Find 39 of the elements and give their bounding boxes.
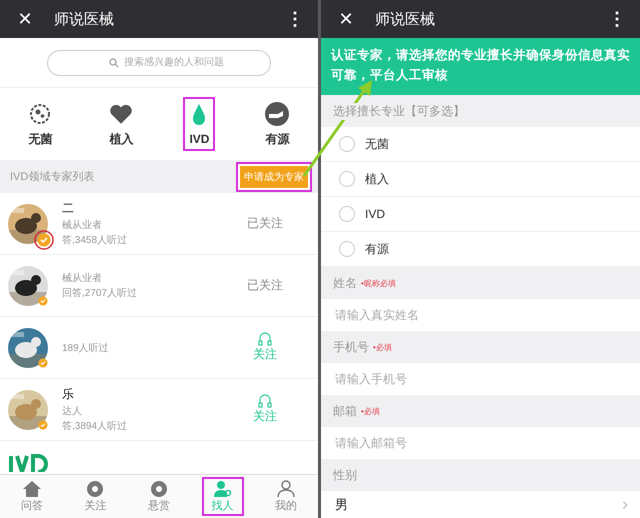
category-tab[interactable]: 植入: [102, 96, 140, 152]
circle-icon: [150, 480, 168, 498]
close-button[interactable]: ✕: [331, 8, 361, 30]
expert-name: 二: [62, 200, 75, 217]
field-label: 姓名: [333, 274, 357, 292]
expert-title: 械从业者: [62, 272, 103, 285]
notice-banner: 认证专家，请选择您的专业擅长并确保身份信息真实可靠，平台人工审核: [321, 38, 640, 95]
follow-button[interactable]: 已关注: [220, 214, 310, 233]
more-button[interactable]: ⋮: [282, 8, 308, 30]
expert-stats: 回答,2707人听过: [62, 286, 138, 300]
search-field[interactable]: 搜索感兴趣的人和问题: [47, 50, 271, 76]
headset-icon: [258, 332, 272, 346]
circle-icon: [86, 480, 104, 498]
home-icon: [22, 480, 42, 498]
user-icon: [277, 480, 296, 498]
category-tab[interactable]: 无菌: [21, 96, 60, 152]
category-tab[interactable]: IVD: [183, 97, 216, 151]
required-note: •必填: [361, 406, 380, 416]
expert-name: 乐: [62, 386, 75, 403]
list-title: IVD领域专家列表: [10, 170, 94, 184]
category-tab[interactable]: 有源: [258, 96, 296, 152]
expert-stats: 答,3894人听过: [62, 420, 128, 433]
close-button[interactable]: ✕: [10, 8, 40, 30]
expert-title: 达人: [62, 404, 83, 418]
more-button[interactable]: ⋮: [604, 8, 630, 30]
follow-button[interactable]: 已关注: [220, 276, 310, 295]
user-search-icon: [212, 480, 233, 498]
expert-title: 械从业者: [62, 218, 103, 232]
app-title: 师说医械: [54, 10, 115, 28]
app-title: 师说医械: [375, 10, 436, 28]
expert-stats: 189人听过: [62, 342, 110, 354]
expert-stats: 答,3458人听过: [62, 234, 128, 247]
field-label: 邮箱: [333, 402, 357, 420]
field-label: 性别: [333, 466, 357, 484]
required-note: •必填: [373, 342, 392, 352]
field-label: 手机号: [333, 338, 369, 356]
headset-icon: [258, 394, 272, 408]
nav-tab[interactable]: 问答: [10, 477, 53, 516]
required-note: •昵称必填: [361, 278, 396, 288]
